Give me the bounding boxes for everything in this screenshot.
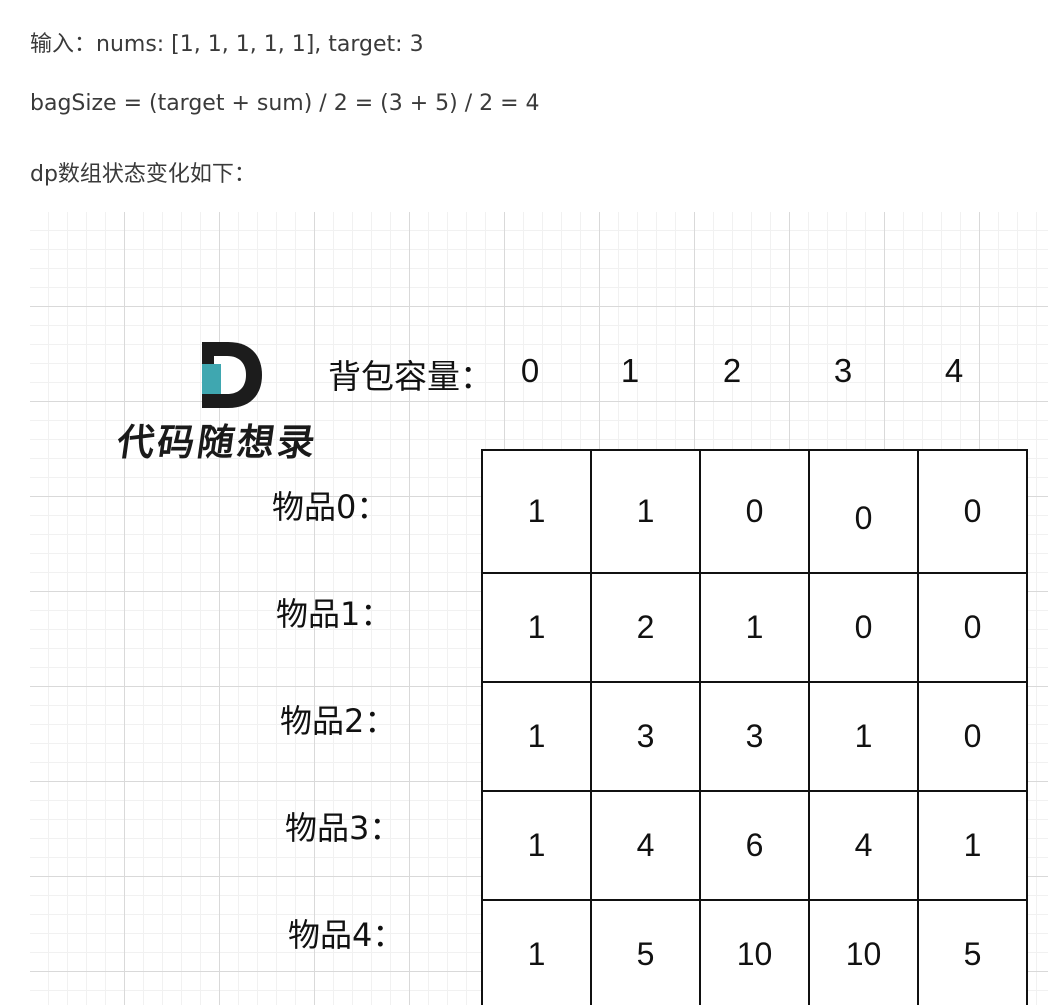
dp-cell: 1 bbox=[481, 790, 592, 901]
dp-cell: 0 bbox=[808, 572, 919, 683]
capacity-label: 背包容量： bbox=[328, 357, 493, 396]
dp-cell: 2 bbox=[590, 572, 701, 683]
capacity-3: 3 bbox=[833, 352, 853, 389]
input-line: 输入：nums: [1, 1, 1, 1, 1], target: 3 bbox=[30, 32, 424, 57]
dp-cell: 0 bbox=[917, 681, 1028, 792]
dp-cell: 5 bbox=[917, 899, 1028, 1005]
dp-cell: 1 bbox=[481, 449, 592, 574]
dp-cell: 4 bbox=[590, 790, 701, 901]
dp-cell: 6 bbox=[699, 790, 810, 901]
dp-table: 1 1 0 0 0 1 2 1 0 0 1 3 3 1 0 1 4 6 4 1 bbox=[481, 449, 1028, 1005]
dp-row-0: 1 1 0 0 0 bbox=[481, 449, 1028, 574]
item-label-4: 物品4： bbox=[288, 916, 405, 954]
dp-cell: 1 bbox=[699, 572, 810, 683]
dp-cell: 4 bbox=[808, 790, 919, 901]
dp-cell: 0 bbox=[808, 449, 919, 574]
dp-cell: 3 bbox=[590, 681, 701, 792]
item-label-2: 物品2： bbox=[280, 702, 397, 740]
dp-row-3: 1 4 6 4 1 bbox=[481, 790, 1028, 901]
dp-cell: 0 bbox=[917, 572, 1028, 683]
item-label-3: 物品3： bbox=[285, 809, 402, 847]
dp-cell: 1 bbox=[481, 681, 592, 792]
dp-cell: 0 bbox=[699, 449, 810, 574]
dp-cell: 1 bbox=[481, 572, 592, 683]
dp-cell: 1 bbox=[917, 790, 1028, 901]
capacity-0: 0 bbox=[520, 352, 540, 389]
logo-text: 代码随想录 bbox=[114, 420, 321, 464]
dp-cell: 1 bbox=[481, 899, 592, 1005]
dp-cell: 0 bbox=[917, 449, 1028, 574]
dp-cell: 10 bbox=[808, 899, 919, 1005]
item-label-0: 物品0： bbox=[272, 488, 389, 526]
dp-cell: 1 bbox=[590, 449, 701, 574]
capacity-2: 2 bbox=[722, 352, 742, 389]
capacity-4: 4 bbox=[944, 352, 964, 389]
dp-row-1: 1 2 1 0 0 bbox=[481, 572, 1028, 683]
item-label-1: 物品1： bbox=[276, 595, 393, 633]
dp-state-intro-line: dp数组状态变化如下： bbox=[30, 162, 256, 187]
dp-table-figure: 代码随想录 背包容量： 0 1 2 3 4 物品0： 物品1： 物品2： 物品3… bbox=[30, 212, 1048, 1005]
dp-cell: 5 bbox=[590, 899, 701, 1005]
dp-row-2: 1 3 3 1 0 bbox=[481, 681, 1028, 792]
bagsize-formula-line: bagSize = (target + sum) / 2 = (3 + 5) /… bbox=[30, 91, 540, 116]
dp-row-4: 1 5 10 10 5 bbox=[481, 899, 1028, 1005]
capacity-1: 1 bbox=[620, 352, 640, 389]
dp-cell: 10 bbox=[699, 899, 810, 1005]
dp-cell: 3 bbox=[699, 681, 810, 792]
dp-cell: 1 bbox=[808, 681, 919, 792]
logo-d-icon bbox=[202, 342, 262, 408]
